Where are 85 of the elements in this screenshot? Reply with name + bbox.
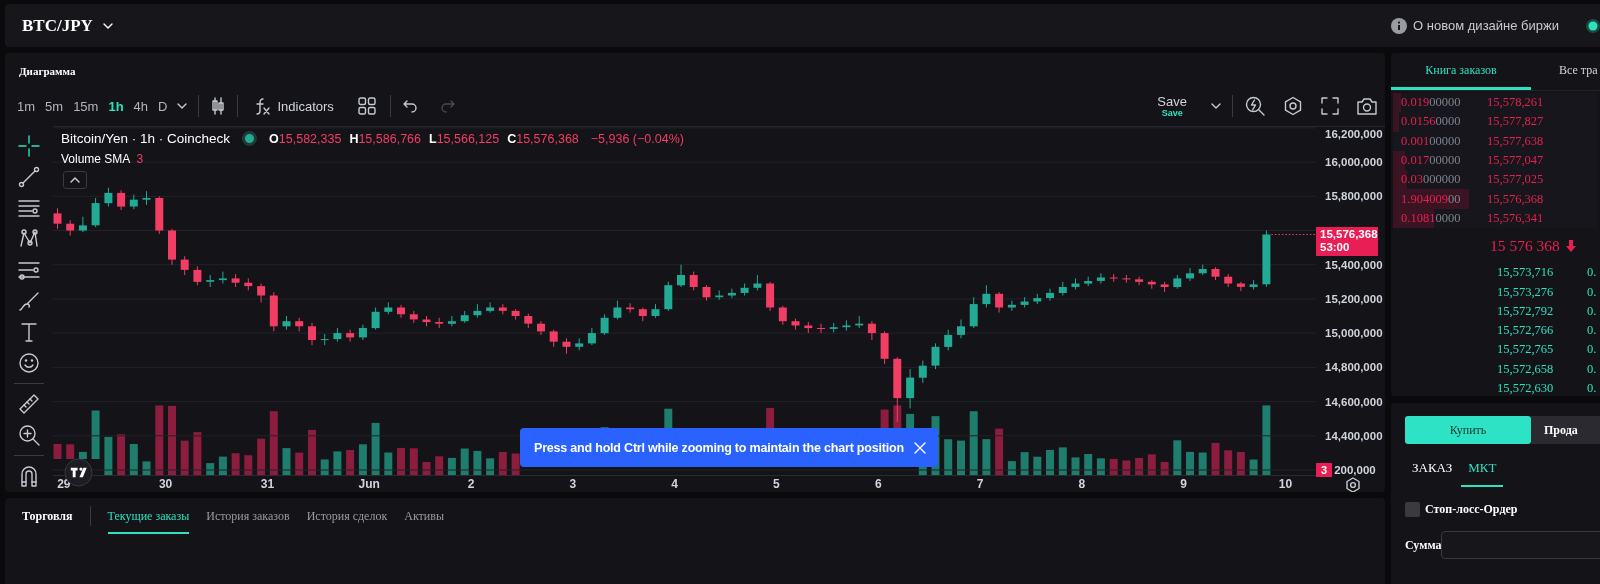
interval-tab[interactable]: 1h xyxy=(104,95,128,117)
order-amount: 0.03000000 xyxy=(1400,172,1462,188)
panel-tab[interactable]: История сделок xyxy=(306,498,388,534)
ohlc-value: C15,576,368 xyxy=(507,131,579,146)
interval-tab[interactable]: 15m xyxy=(69,95,103,117)
order-amount: 0. xyxy=(1587,381,1597,396)
checkbox-label: Стоп-лосс-Ордер xyxy=(1425,501,1518,517)
pair-selector[interactable]: BTC/JPY xyxy=(22,15,113,36)
order-amount: 0.01560000 xyxy=(1400,114,1462,130)
order-amount: 0.01700000 xyxy=(1400,153,1462,169)
interval-tab[interactable]: 5m xyxy=(41,95,68,117)
info-link[interactable]: О новом дизайне биржи xyxy=(1413,18,1559,33)
time-label: 4 xyxy=(671,476,678,492)
time-label: 2 xyxy=(467,476,475,492)
save-button[interactable]: Save Save xyxy=(1153,94,1191,118)
bid-price: 15,573,276 xyxy=(1497,284,1555,300)
bid-price: 15,572,658 xyxy=(1497,361,1555,377)
bid-price: 15,573,716 xyxy=(1497,265,1555,281)
time-label: 30 xyxy=(158,476,173,492)
time-label: 31 xyxy=(260,476,275,492)
interval-tab[interactable]: 4h xyxy=(129,95,153,117)
time-label: 5 xyxy=(773,476,780,492)
mid-price: 15 576 368 xyxy=(1490,236,1560,255)
interval-tab[interactable]: D xyxy=(154,95,172,117)
bid-price: 15,572,766 xyxy=(1497,323,1555,339)
order-amount: 0. xyxy=(1587,265,1597,281)
panel-title: Диаграмма xyxy=(18,64,76,77)
order-amount: 0. xyxy=(1587,361,1597,377)
panel-tab[interactable]: История заказов xyxy=(206,498,290,534)
order-amount: 0.00100000 xyxy=(1400,133,1462,149)
ask-price: 15,577,025 xyxy=(1487,172,1544,188)
ohlc-value: H15,586,766 xyxy=(349,131,421,146)
bid-price: 15,572,792 xyxy=(1497,303,1555,319)
price-label: 14,800,000 xyxy=(1325,361,1383,374)
time-label: 3 xyxy=(569,476,577,492)
price-label: 15,000,000 xyxy=(1325,327,1383,340)
order-amount: 0.01900000 xyxy=(1400,95,1462,111)
bid-price: 15,572,765 xyxy=(1497,342,1555,358)
order-amount: 0.10810000 xyxy=(1400,210,1462,226)
order-amount: 0. xyxy=(1587,284,1597,300)
indicator-label: Volume SMA 3 xyxy=(61,152,145,166)
time-label: 9 xyxy=(1180,476,1187,492)
price-label: 15,200,000 xyxy=(1325,292,1383,305)
time-label: 6 xyxy=(874,476,882,492)
ask-price: 15,577,827 xyxy=(1487,114,1544,130)
ask-price: 15,577,638 xyxy=(1487,133,1544,149)
ask-price: 15,576,341 xyxy=(1487,210,1544,226)
order-amount: 0. xyxy=(1587,342,1597,358)
ask-price: 15,578,261 xyxy=(1487,95,1544,111)
time-label: Jun xyxy=(358,476,380,492)
order-type-tab[interactable]: МКТ xyxy=(1461,449,1504,487)
symbol-title: Bitcoin/Yen · 1h · Coincheck xyxy=(61,131,231,146)
price-label: 200,000 xyxy=(1334,464,1376,476)
time-label: 7 xyxy=(976,476,984,492)
time-label: 10 xyxy=(1278,476,1293,492)
price-label: 16,000,000 xyxy=(1325,156,1383,169)
price-label: 15,800,000 xyxy=(1325,190,1383,203)
toast-message: Press and hold Ctrl while zooming to maintain the chart position xyxy=(534,440,904,455)
field-label: Сумма xyxy=(1405,537,1442,553)
price-change: −5,936 (−0.04%) xyxy=(590,131,684,146)
ohlc-value: O15,582,335 xyxy=(269,131,342,146)
price-label: 16,200,000 xyxy=(1325,128,1383,140)
order-amount: 0. xyxy=(1587,303,1597,319)
volume-badge: 3 xyxy=(1316,463,1333,477)
panel-tab[interactable]: Книга заказов xyxy=(1391,53,1531,90)
price-label: 14,600,000 xyxy=(1325,395,1383,408)
panel-tab[interactable]: Все тра xyxy=(1559,53,1598,90)
ask-price: 15,577,047 xyxy=(1487,153,1544,169)
panel-title: Торговля xyxy=(22,508,73,524)
bid-price: 15,572,630 xyxy=(1497,381,1555,396)
time-label: 8 xyxy=(1078,476,1086,492)
interval-tab[interactable]: 1m xyxy=(13,95,40,117)
panel-tab[interactable]: Текущие заказы xyxy=(107,498,190,534)
order-amount: 0. xyxy=(1587,323,1597,339)
buy-button[interactable]: Купить xyxy=(1405,416,1531,444)
sell-button[interactable]: Прода xyxy=(1531,416,1600,444)
indicators-button[interactable]: Indicators xyxy=(249,94,338,118)
ask-price: 15,576,368 xyxy=(1487,191,1544,207)
ohlc-value: L15,566,125 xyxy=(429,131,500,146)
order-type-tab[interactable]: ЗАКАЗ xyxy=(1405,449,1460,487)
price-label: 15,400,000 xyxy=(1325,258,1383,271)
order-amount: 1.90400900 xyxy=(1400,191,1462,207)
last-price-badge: 15,576,368 53:00 xyxy=(1316,226,1378,256)
price-label: 14,400,000 xyxy=(1325,429,1383,442)
panel-tab[interactable]: Активы xyxy=(404,498,444,534)
